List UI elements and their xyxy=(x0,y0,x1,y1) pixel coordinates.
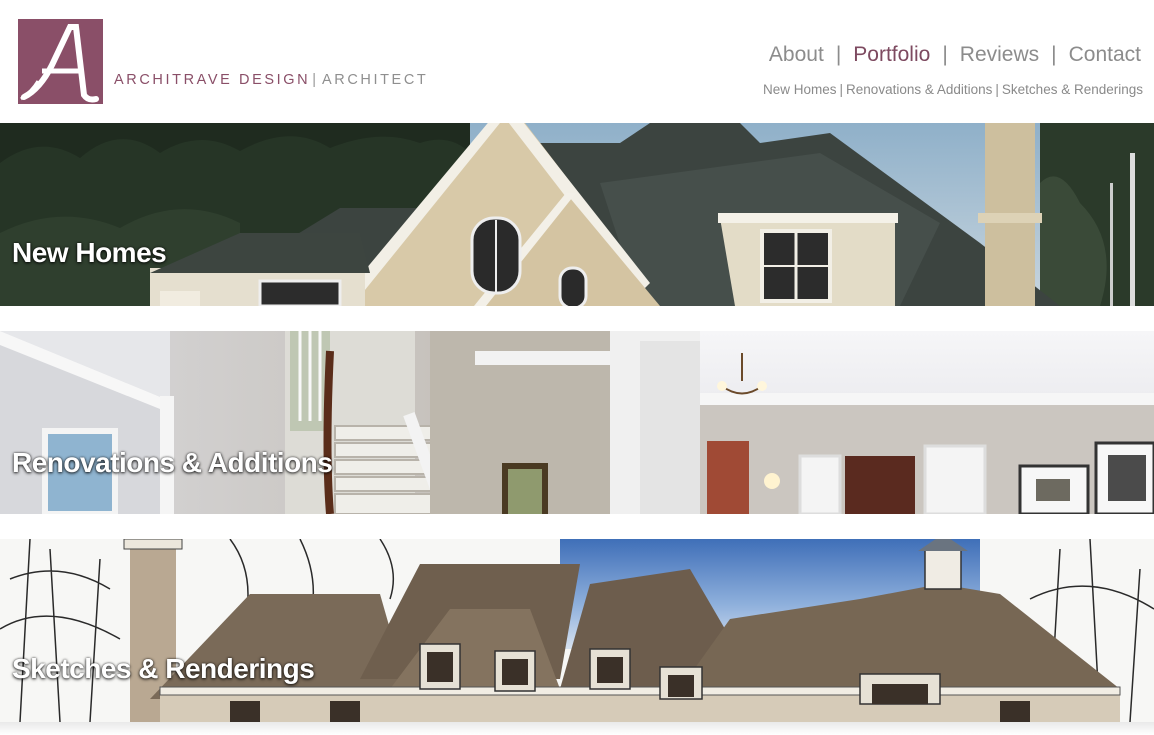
subnav-new-homes[interactable]: New Homes xyxy=(763,82,837,97)
nav-separator: | xyxy=(835,43,842,66)
nav-separator: | xyxy=(1051,43,1057,66)
nav-portfolio[interactable]: Portfolio xyxy=(853,43,930,66)
nav-contact[interactable]: Contact xyxy=(1069,43,1141,66)
brand-tagline: ARCHITECT xyxy=(321,72,429,88)
subnav-renovations[interactable]: Renovations & Additions xyxy=(846,82,992,97)
banner-title[interactable]: Renovations & Additions xyxy=(12,447,333,479)
banner-new-homes[interactable]: New Homes xyxy=(0,123,1154,306)
subnav-separator: | xyxy=(995,82,999,97)
banner-title[interactable]: Sketches & Renderings xyxy=(12,653,315,685)
banner-title[interactable]: New Homes xyxy=(12,237,167,269)
brand-title: ARCHITRAVE DESIGN xyxy=(114,72,311,88)
banner-sketches-renderings[interactable]: Sketches & Renderings xyxy=(0,539,1154,722)
stone-house-photo xyxy=(0,123,1154,306)
subnav-separator: | xyxy=(839,82,844,97)
nav-reviews[interactable]: Reviews xyxy=(960,43,1039,66)
nav-separator: | xyxy=(942,43,948,66)
banner-renovations-additions[interactable]: Renovations & Additions xyxy=(0,331,1154,514)
interior-hallway-photo xyxy=(0,331,1154,514)
nav-about[interactable]: About xyxy=(769,43,824,66)
brand-name[interactable]: ARCHITRAVE DESIGN | ARCHITECT xyxy=(114,72,428,88)
logo-icon[interactable] xyxy=(18,19,103,104)
main-nav: About | Portfolio | Reviews | Contact xyxy=(769,43,1141,67)
subnav-sketches[interactable]: Sketches & Renderings xyxy=(1002,82,1143,97)
portfolio-sub-nav: New Homes | Renovations & Additions | Sketch… xyxy=(763,82,1143,97)
house-sketch-rendering xyxy=(0,539,1154,722)
brand-separator: | xyxy=(312,72,316,88)
page-bottom-shadow xyxy=(0,722,1154,735)
site-header: ARCHITRAVE DESIGN | ARCHITECT About | Portfo… xyxy=(0,0,1154,123)
